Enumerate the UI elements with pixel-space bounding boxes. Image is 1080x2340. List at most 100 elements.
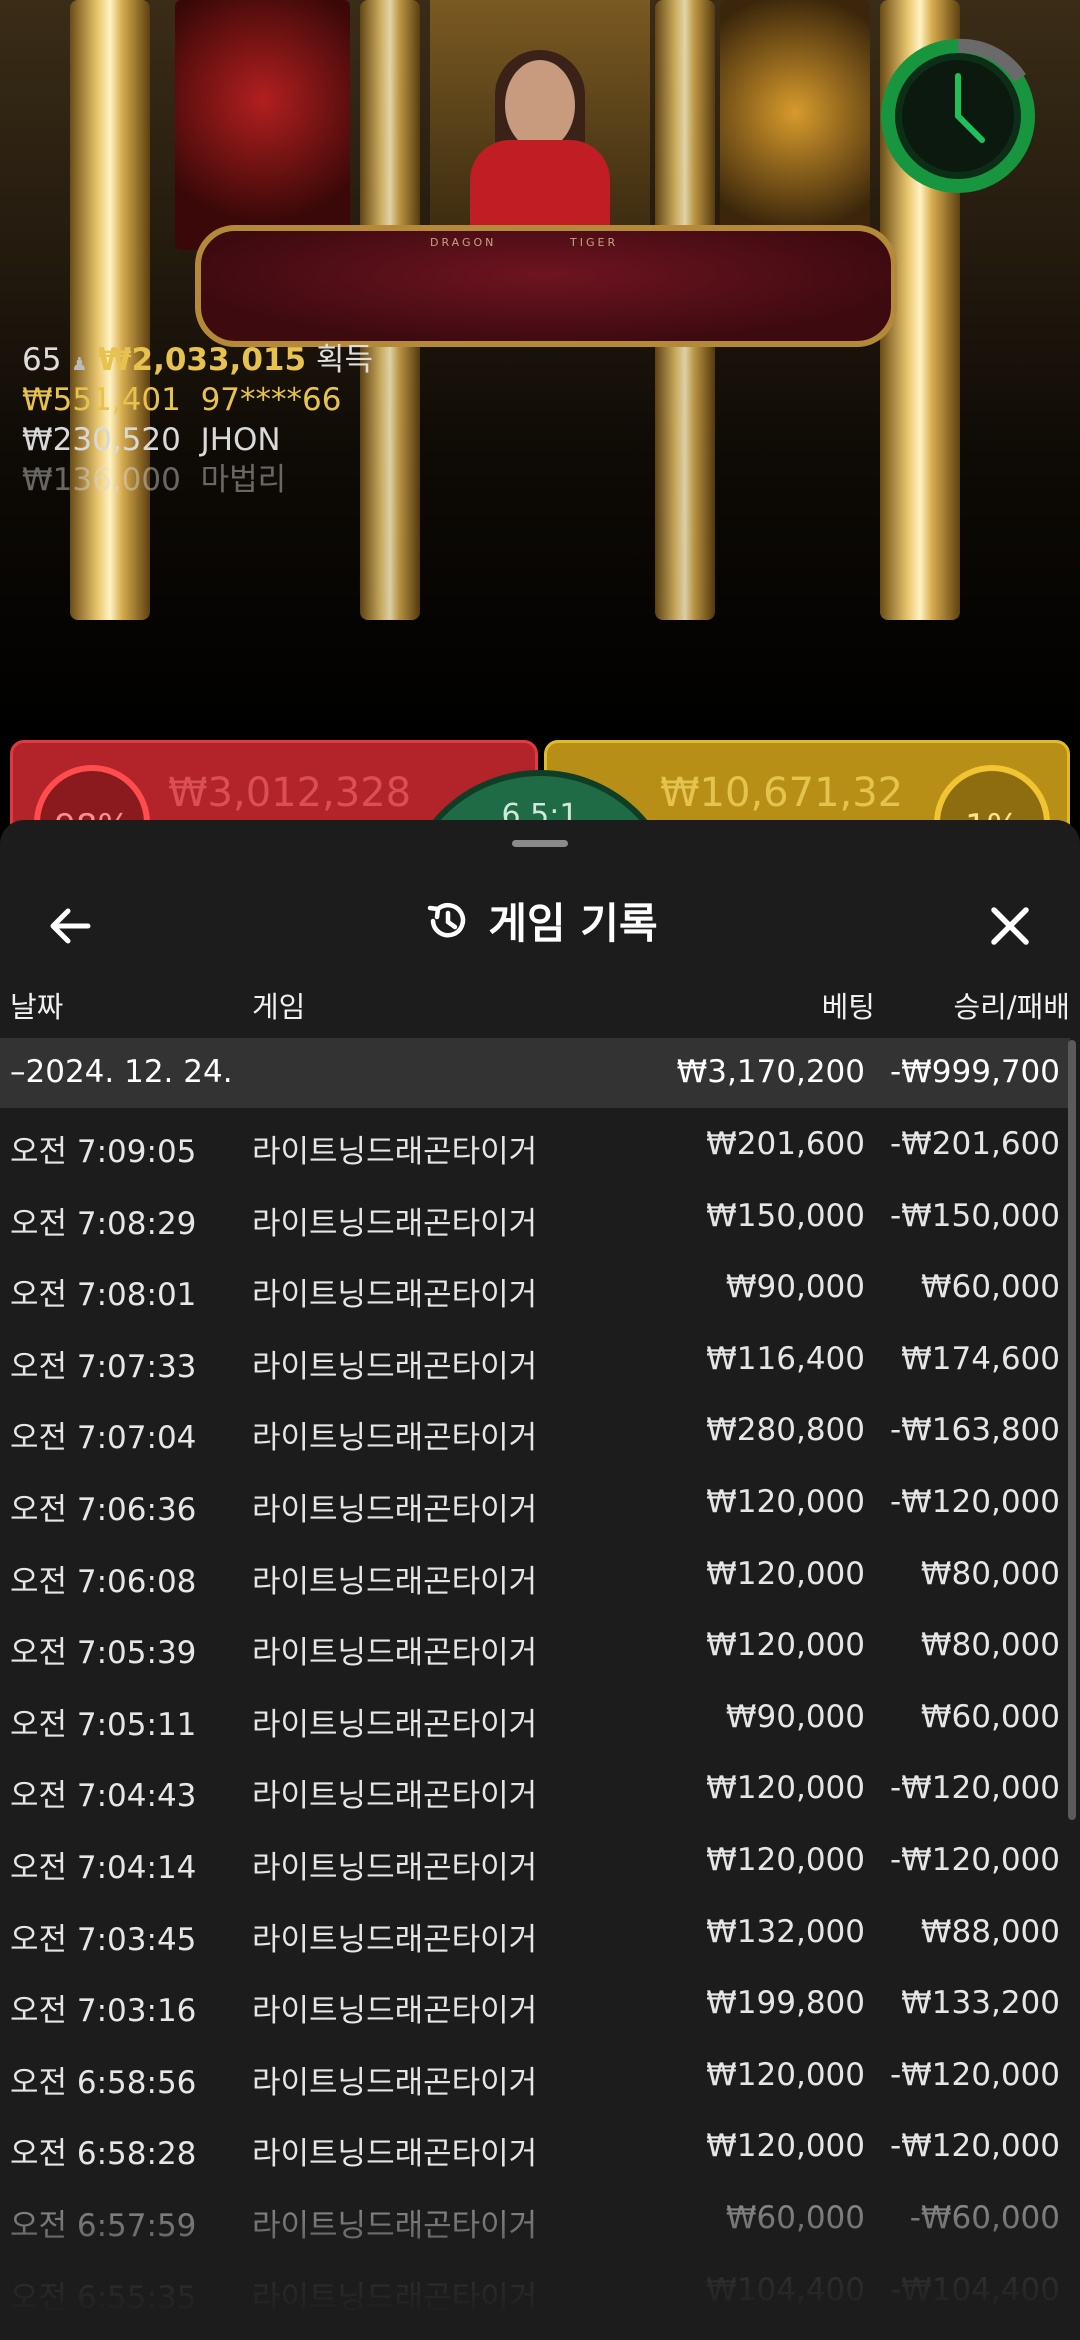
row-game: 라이트닝드래곤타이거 [252, 1348, 538, 1385]
row-result: -₩120,000 [889, 1770, 1060, 1807]
row-bet: ₩199,800 [706, 1985, 865, 2022]
scrollbar[interactable] [1068, 1040, 1076, 1820]
history-row[interactable]: 오전 7:07:04 라이트닝드래곤타이거 ₩280,800 -₩163,800 [0, 1396, 1070, 1468]
row-game: 라이트닝드래곤타이거 [252, 1491, 538, 1528]
row-bet: ₩120,000 [706, 2056, 865, 2093]
drag-handle[interactable] [512, 840, 568, 847]
row-result: -₩120,000 [889, 2056, 1060, 2093]
row-time: 오전 7:05:39 [10, 1635, 197, 1672]
row-bet: ₩201,600 [706, 1126, 865, 1162]
row-bet: ₩150,000 [706, 1197, 865, 1234]
winner-entry: ₩136,000 마법리 [22, 460, 373, 500]
row-result: ₩88,000 [920, 1913, 1060, 1950]
row-game: 라이트닝드래곤타이거 [252, 2136, 538, 2173]
winners-count: 65 [22, 342, 62, 378]
winner-name: JHON [200, 422, 281, 458]
history-row[interactable]: 오전 7:04:43 라이트닝드래곤타이거 ₩120,000 -₩120,000 [0, 1754, 1070, 1826]
row-time: 오전 7:04:43 [10, 1778, 197, 1815]
row-game: 라이트닝드래곤타이거 [252, 1849, 538, 1886]
history-row[interactable]: 오전 7:05:11 라이트닝드래곤타이거 ₩90,000 ₩60,000 [0, 1683, 1070, 1755]
row-time: 오전 7:09:05 [10, 1134, 197, 1170]
winner-name: 마법리 [200, 462, 287, 498]
row-game: 라이트닝드래곤타이거 [252, 1420, 538, 1457]
history-row[interactable]: 오전 7:06:36 라이트닝드래곤타이거 ₩120,000 -₩120,000 [0, 1468, 1070, 1540]
row-result: -₩163,800 [889, 1412, 1060, 1449]
row-game: 라이트닝드래곤타이거 [252, 1993, 538, 2030]
close-icon[interactable] [980, 896, 1040, 956]
history-row[interactable]: 오전 7:06:08 라이트닝드래곤타이거 ₩120,000 ₩80,000 [0, 1540, 1070, 1612]
column-game: 게임 [252, 990, 306, 1024]
live-video-feed: DRAGON TIGER 65 ♟ ₩2,033,015 획득 ₩551,401… [0, 0, 1080, 740]
row-result: ₩60,000 [920, 1698, 1060, 1735]
row-bet: ₩120,000 [706, 1483, 865, 1520]
tiger-total-bet: ₩10,671,32 [660, 770, 904, 816]
winners-list: 65 ♟ ₩2,033,015 획득 ₩551,401 97****66 ₩23… [22, 340, 373, 500]
row-result: -₩150,000 [889, 1197, 1060, 1234]
row-time: 오전 7:03:45 [10, 1921, 197, 1958]
history-row[interactable]: 오전 7:09:05 라이트닝드래곤타이거 ₩201,600 -₩201,600 [0, 1110, 1070, 1182]
dragon-total-bet: ₩3,012,328 [168, 770, 412, 816]
column-date: 날짜 [10, 990, 64, 1024]
row-result: ₩60,000 [920, 1269, 1060, 1306]
winners-total: ₩2,033,015 [97, 342, 307, 378]
row-time: 오전 7:05:11 [10, 1706, 197, 1743]
history-row[interactable]: 오전 7:04:14 라이트닝드래곤타이거 ₩120,000 -₩120,000 [0, 1826, 1070, 1898]
day-result-total: -₩999,700 [889, 1054, 1060, 1090]
winner-amount: ₩136,000 [22, 462, 181, 498]
row-game: 라이트닝드래곤타이거 [252, 1134, 538, 1170]
history-row[interactable]: 오전 6:58:56 라이트닝드래곤타이거 ₩120,000 -₩120,000 [0, 2041, 1070, 2113]
table-word-dragon: DRAGON [430, 236, 497, 249]
winner-entry: ₩551,401 97****66 [22, 380, 373, 420]
history-row[interactable]: 오전 7:03:16 라이트닝드래곤타이거 ₩199,800 ₩133,200 [0, 1969, 1070, 2041]
row-result: ₩174,600 [901, 1340, 1060, 1377]
row-time: 오전 7:08:01 [10, 1277, 197, 1314]
row-result: -₩120,000 [889, 1841, 1060, 1878]
row-bet: ₩116,400 [706, 1340, 865, 1377]
row-bet: ₩120,000 [706, 1841, 865, 1878]
game-table [195, 225, 897, 347]
winner-amount: ₩551,401 [22, 382, 181, 418]
history-icon [428, 902, 466, 937]
history-row[interactable]: 오전 7:07:33 라이트닝드래곤타이거 ₩116,400 ₩174,600 [0, 1325, 1070, 1397]
row-result: ₩80,000 [920, 1555, 1060, 1592]
winner-amount: ₩230,520 [22, 422, 181, 458]
table-word-tiger: TIGER [570, 236, 619, 249]
row-game: 라이트닝드래곤타이거 [252, 1277, 538, 1314]
row-time: 오전 7:07:04 [10, 1420, 197, 1457]
history-row[interactable]: 오전 7:08:01 라이트닝드래곤타이거 ₩90,000 ₩60,000 [0, 1253, 1070, 1325]
row-bet: ₩90,000 [725, 1698, 865, 1735]
row-time: 오전 7:06:08 [10, 1563, 197, 1600]
winner-entry: ₩230,520 JHON [22, 420, 373, 460]
history-rows: 오전 7:09:05 라이트닝드래곤타이거 ₩201,600 -₩201,600 오전 … [0, 1110, 1070, 2327]
dealer-face [505, 60, 575, 150]
row-time: 오전 6:58:28 [10, 2136, 197, 2173]
row-result: ₩80,000 [920, 1627, 1060, 1664]
row-result: ₩133,200 [901, 1985, 1060, 2022]
row-bet: ₩120,000 [706, 1770, 865, 1807]
history-row[interactable]: 오전 7:08:29 라이트닝드래곤타이거 ₩150,000 -₩150,000 [0, 1182, 1070, 1254]
history-row[interactable]: 오전 7:05:39 라이트닝드래곤타이거 ₩120,000 ₩80,000 [0, 1611, 1070, 1683]
row-game: 라이트닝드래곤타이거 [252, 1706, 538, 1743]
history-row[interactable]: 오전 6:58:28 라이트닝드래곤타이거 ₩120,000 -₩120,000 [0, 2112, 1070, 2184]
row-time: 오전 7:03:16 [10, 1993, 197, 2030]
day-summary-row[interactable]: –2024. 12. 24. ₩3,170,200 -₩999,700 [0, 1038, 1070, 1108]
game-history-sheet: 게임 기록 날짜 게임 베팅 승리/패배 –2024. 12. 24. ₩3,1… [0, 820, 1080, 2340]
golden-pillar [70, 0, 150, 620]
winners-total-label: 획득 [315, 342, 373, 378]
row-game: 라이트닝드래곤타이거 [252, 1921, 538, 1958]
row-time: 오전 6:58:56 [10, 2064, 197, 2101]
row-bet: ₩120,000 [706, 1555, 865, 1592]
row-bet: ₩90,000 [725, 1269, 865, 1306]
history-row[interactable]: 오전 7:03:45 라이트닝드래곤타이거 ₩132,000 ₩88,000 [0, 1898, 1070, 1970]
winners-summary: 65 ♟ ₩2,033,015 획득 [22, 340, 373, 380]
sheet-title: 게임 기록 [488, 899, 658, 948]
table-header: 날짜 게임 베팅 승리/패배 [0, 968, 1080, 1038]
row-result: -₩120,000 [889, 1483, 1060, 1520]
dragon-artwork [175, 0, 350, 250]
person-icon: ♟ [71, 354, 88, 375]
row-bet: ₩120,000 [706, 2128, 865, 2165]
sheet-header: 게임 기록 [0, 860, 1080, 980]
round-timer-icon [881, 38, 1035, 193]
winner-name: 97****66 [200, 382, 342, 418]
row-time: 오전 7:07:33 [10, 1348, 197, 1385]
